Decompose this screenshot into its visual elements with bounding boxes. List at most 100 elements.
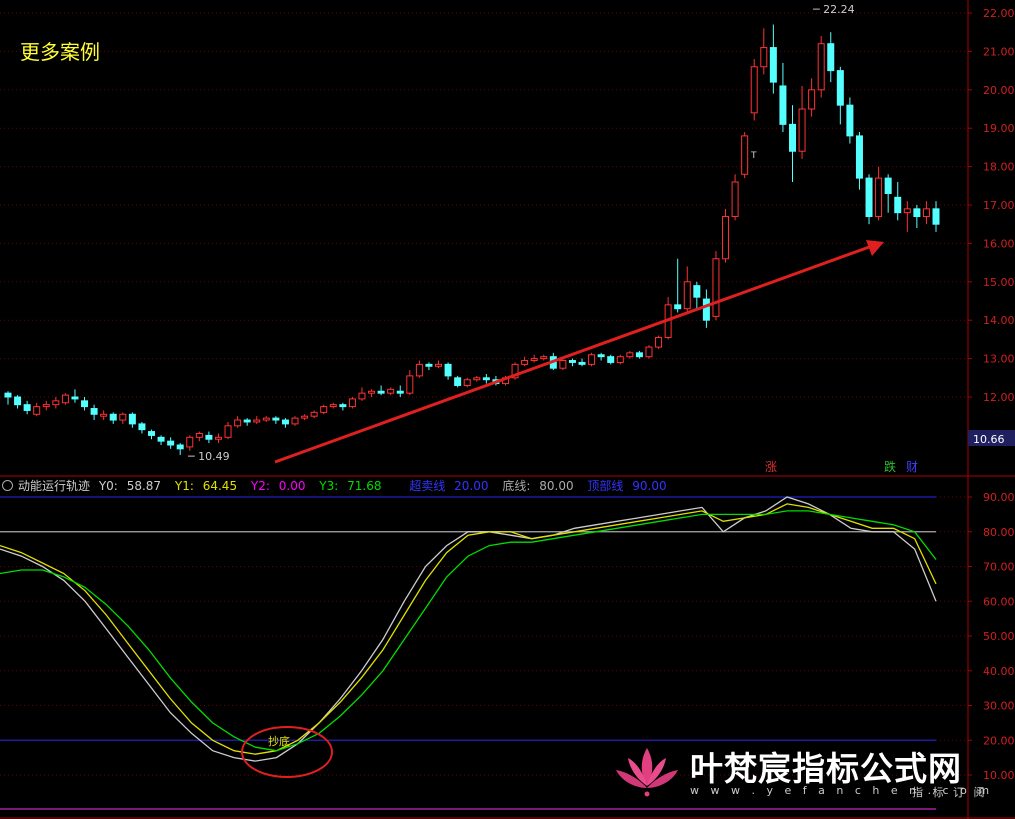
up-candle	[119, 413, 127, 421]
up-candle	[358, 392, 366, 400]
up-candle	[100, 413, 108, 417]
up-candle	[224, 425, 232, 438]
price-tick-label: 21.00	[983, 45, 1015, 58]
up-candle	[683, 281, 691, 310]
page-title[interactable]: 更多案例	[20, 36, 100, 65]
lotus-logo-icon	[616, 748, 678, 797]
legend-bottom: 底线: 80.00	[502, 479, 578, 493]
down-candle	[90, 408, 98, 415]
annotations: ─ 22.24 ─ 10.49 T 涨 跌财抄底	[187, 3, 918, 778]
down-candle	[607, 356, 615, 363]
legend-oversold-label: 超卖线	[409, 479, 446, 493]
down-candle	[913, 208, 921, 218]
down-candle	[578, 361, 586, 365]
chart-canvas: 22.00 21.00 20.00 19.00 18.00 17.00 16.00 15.00…	[0, 0, 1015, 819]
down-candle	[932, 208, 940, 225]
legend-oversold-value: 20.00	[454, 479, 489, 493]
down-candle	[205, 434, 213, 440]
indicator-tick-label: 70.00	[983, 561, 1015, 574]
trend-arrow-line	[274, 244, 873, 464]
legend-oversold: 超卖线 20.00	[409, 479, 493, 493]
up-candle	[368, 390, 376, 394]
legend-top: 顶部线 90.00	[587, 479, 671, 493]
legend-bottom-value: 80.00	[539, 479, 574, 493]
legend-bottom-label: 底线:	[502, 479, 531, 493]
up-candle	[875, 177, 883, 218]
up-candle	[406, 375, 414, 394]
down-candle	[176, 444, 184, 450]
price-tick-label: 18.00	[983, 161, 1015, 174]
down-candle	[23, 404, 31, 411]
price-tick-label: 16.00	[983, 237, 1015, 250]
down-candle	[14, 396, 22, 406]
up-candle	[540, 356, 548, 360]
up-candle	[186, 436, 194, 448]
indicator-title: 动能运行轨迹	[18, 479, 91, 493]
series-y0-line	[0, 496, 937, 762]
down-candle	[674, 304, 682, 310]
up-candle	[301, 415, 309, 419]
up-candle	[798, 108, 806, 152]
down-candle	[81, 400, 89, 408]
legend-y0-label: Y0:	[98, 479, 118, 493]
up-candle	[741, 135, 749, 175]
price-tick-label: 15.00	[983, 276, 1015, 289]
series-y3-line	[0, 510, 937, 752]
settings-icon[interactable]	[2, 480, 13, 491]
up-candle	[473, 377, 481, 381]
down-candle	[827, 43, 835, 72]
up-candle	[616, 356, 624, 363]
price-tick-label: 19.00	[983, 122, 1015, 135]
event-t-marker: T	[750, 151, 757, 161]
legend-y2-value: 0.00	[278, 479, 306, 493]
up-candle	[712, 258, 720, 317]
down-candle	[444, 363, 452, 377]
last-price-label: 10.66	[973, 433, 1005, 446]
up-candle	[195, 432, 203, 438]
down-candle	[884, 177, 892, 194]
brand-subtitle: 指 标 订 阅	[912, 786, 988, 799]
indicator-tick-label: 90.00	[983, 491, 1015, 504]
indicator-header: 动能运行轨迹 Y0: 58.87 Y1: 64.45 Y2: 0.00 Y3: …	[0, 477, 677, 495]
legend-y3-label: Y3:	[319, 479, 339, 493]
up-candle	[291, 417, 299, 425]
legend-y2: Y2: 0.00	[251, 479, 311, 493]
price-tick-label: 13.00	[983, 353, 1015, 366]
indicator-tick-label: 30.00	[983, 700, 1015, 713]
down-candle	[855, 135, 863, 179]
legend-y0-value: 58.87	[126, 479, 162, 493]
up-candle	[722, 216, 730, 260]
legend-y3: Y3: 71.68	[319, 479, 386, 493]
event-marker: 涨	[765, 459, 777, 474]
low-price-label: ─ 10.49	[187, 450, 230, 463]
down-candle	[836, 70, 844, 106]
down-candle	[779, 85, 787, 125]
up-candle	[42, 404, 50, 408]
down-candle	[396, 390, 404, 394]
price-axis: 22.00 21.00 20.00 19.00 18.00 17.00 16.00 15.00…	[968, 7, 1015, 782]
up-candle	[626, 352, 634, 358]
up-candle	[415, 363, 423, 377]
down-candle	[846, 104, 854, 137]
up-candle	[903, 208, 911, 214]
down-candle	[71, 396, 79, 400]
up-candle	[817, 43, 825, 91]
down-candle	[894, 196, 902, 214]
up-candle	[435, 363, 443, 367]
up-candle	[253, 419, 261, 423]
grid-lines	[0, 0, 1015, 819]
up-candle	[655, 336, 663, 348]
legend-y1: Y1: 64.45	[175, 479, 242, 493]
up-candle	[214, 436, 222, 440]
brand-name: 叶梵宸指标公式网	[690, 749, 962, 788]
down-candle	[377, 390, 385, 394]
down-candle	[109, 413, 117, 421]
down-candle	[454, 377, 462, 386]
down-candle	[339, 404, 347, 408]
bottom-signal-label: 抄底	[268, 734, 290, 748]
legend-y3-value: 71.68	[347, 479, 382, 493]
down-candle	[482, 377, 490, 381]
indicator-tick-label: 40.00	[983, 665, 1015, 678]
brand-watermark: 叶梵宸指标公式网 w w w . y e f a n c h e n . c o…	[612, 740, 992, 802]
high-price-label: ─ 22.24	[812, 3, 855, 16]
